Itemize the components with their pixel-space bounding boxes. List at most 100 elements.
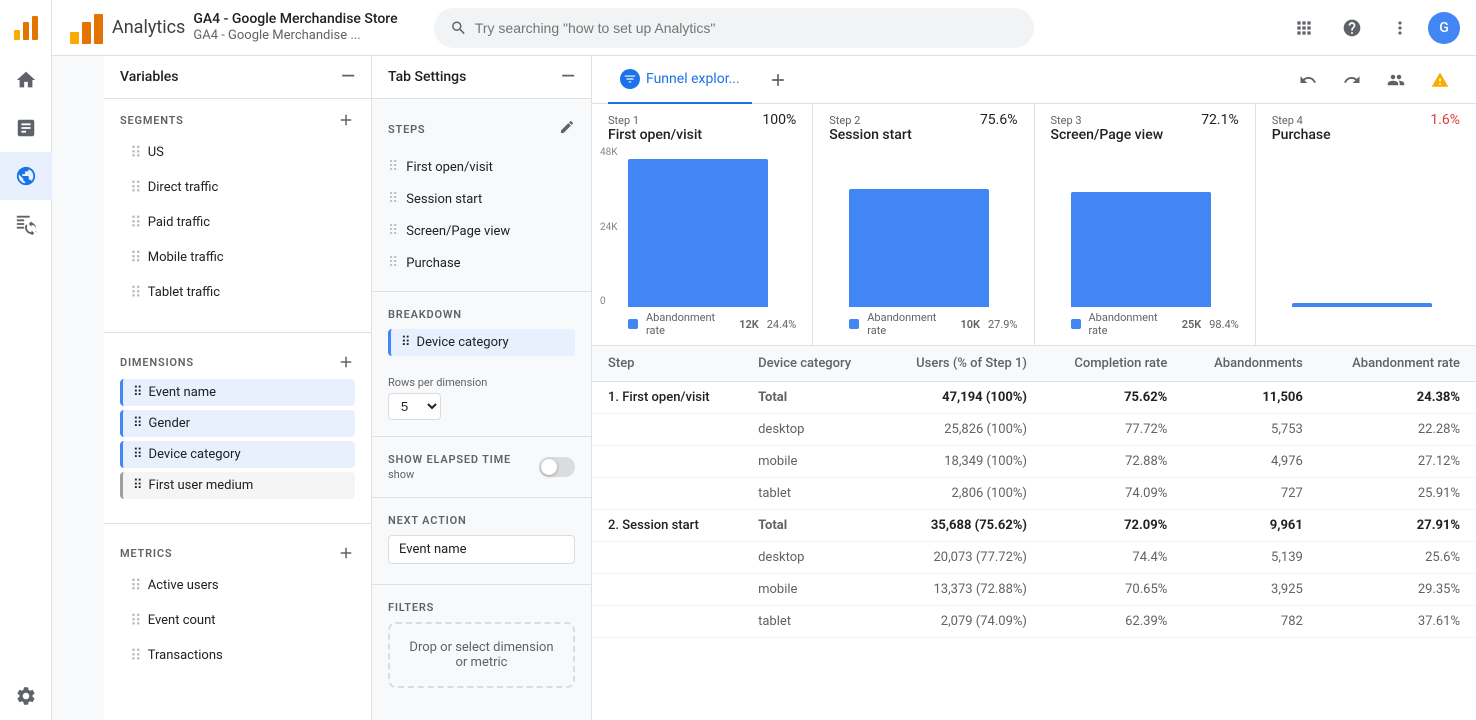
breakdown-label: BREAKDOWN xyxy=(388,308,575,321)
metrics-add-btn[interactable] xyxy=(337,544,355,562)
rows-per-dimension-select[interactable]: 1 2 3 4 5 10 xyxy=(388,393,441,420)
search-bar[interactable] xyxy=(434,8,1034,48)
drag-handle-icon: ⠿ xyxy=(130,646,142,665)
top-bar: Analytics GA4 - Google Merchandise Store… xyxy=(52,0,1476,56)
dim-first-user-medium[interactable]: ⠿ First user medium xyxy=(120,472,355,499)
step-2-chart xyxy=(813,147,1033,307)
tab-funnel-explor[interactable]: Funnel explor... xyxy=(608,56,752,104)
add-tab-btn[interactable] xyxy=(760,62,796,98)
dimensions-section: DIMENSIONS ⠿ Event name ⠿ Gender xyxy=(104,341,371,515)
step-3-pct: 72.1% xyxy=(1201,112,1239,128)
variables-panel-header: Variables — xyxy=(104,56,371,99)
col-abandon-rate: Abandonment rate xyxy=(1319,346,1476,382)
brand-title: Analytics xyxy=(112,17,185,38)
segment-label: Direct traffic xyxy=(148,180,219,195)
dim-event-name[interactable]: ⠿ Event name xyxy=(120,379,355,406)
drag-handle-icon: ⠿ xyxy=(130,576,142,595)
y-axis: 48K 24K 0 xyxy=(600,147,618,307)
store-short: GA4 - Google Merchandise ... xyxy=(193,28,397,45)
cell-device: desktop xyxy=(742,542,882,574)
elapsed-time-toggle[interactable] xyxy=(539,457,575,477)
step-label: Purchase xyxy=(406,256,460,271)
funnel-area: Step 1 First open/visit 100% 48K 24K 0 xyxy=(592,104,1476,346)
nav-item-advertising[interactable] xyxy=(0,200,52,248)
tab-bar: Funnel explor... xyxy=(592,56,1476,104)
segment-tablet-traffic[interactable]: ⠿ Tablet traffic xyxy=(120,277,355,308)
variables-minimize-btn[interactable]: — xyxy=(341,68,355,86)
nav-item-admin[interactable] xyxy=(0,672,52,720)
metric-transactions[interactable]: ⠿ Transactions xyxy=(120,640,355,671)
filter-drop-area[interactable]: Drop or select dimension or metric xyxy=(388,622,575,688)
edit-steps-btn[interactable] xyxy=(559,119,575,139)
elapsed-time-label: SHOW ELAPSED TIME show xyxy=(388,453,511,481)
funnel-chart: Step 1 First open/visit 100% 48K 24K 0 xyxy=(592,104,1476,345)
dimensions-add-btn[interactable] xyxy=(337,353,355,371)
drag-handle-icon: ⠿ xyxy=(133,385,143,400)
steps-header: STEPS xyxy=(372,107,591,151)
cell-device: mobile xyxy=(742,574,882,606)
viz-panel: Funnel explor... xyxy=(592,56,1476,720)
segment-paid-traffic[interactable]: ⠿ Paid traffic xyxy=(120,207,355,238)
breakdown-chip[interactable]: ⠿ Device category xyxy=(388,329,575,356)
next-action-chip[interactable]: Event name xyxy=(388,535,575,564)
elapsed-upper-label: SHOW ELAPSED TIME xyxy=(388,453,511,466)
abandon-dot xyxy=(1071,319,1081,329)
step-first-open[interactable]: ⠿ First open/visit xyxy=(372,151,591,183)
step-2-pct: 75.6% xyxy=(980,112,1018,128)
nav-item-reports[interactable] xyxy=(0,104,52,152)
table-row: 2. Session start Total 35,688 (75.62%) 7… xyxy=(592,510,1476,542)
rows-per-dimension-section: Rows per dimension 1 2 3 4 5 10 xyxy=(372,368,591,428)
segment-direct-traffic[interactable]: ⠿ Direct traffic xyxy=(120,172,355,203)
data-table-container: Step Device category Users (% of Step 1)… xyxy=(592,346,1476,720)
cell-users: 2,806 (100%) xyxy=(883,478,1043,510)
metric-label: Transactions xyxy=(148,648,223,663)
metric-active-users[interactable]: ⠿ Active users xyxy=(120,570,355,601)
grid-icon-btn[interactable] xyxy=(1284,8,1324,48)
warning-btn[interactable] xyxy=(1420,60,1460,100)
icon-nav xyxy=(0,0,52,720)
nav-item-home[interactable] xyxy=(0,56,52,104)
cell-users: 47,194 (100%) xyxy=(883,382,1043,414)
cell-device: tablet xyxy=(742,606,882,638)
col-completion: Completion rate xyxy=(1043,346,1183,382)
step-3-chart xyxy=(1035,147,1255,307)
step-screen-page-view[interactable]: ⠿ Screen/Page view xyxy=(372,215,591,247)
dim-label: Device category xyxy=(149,447,241,462)
nav-item-explore[interactable] xyxy=(0,152,52,200)
cell-abandonments: 5,139 xyxy=(1183,542,1319,574)
search-input[interactable] xyxy=(475,20,1018,36)
elapsed-row: SHOW ELAPSED TIME show xyxy=(388,453,575,481)
tab-settings-minimize-btn[interactable]: — xyxy=(561,68,575,86)
tab-settings-header: Tab Settings — xyxy=(372,56,591,99)
abandon-pct: 98.4% xyxy=(1209,318,1239,331)
help-icon-btn[interactable] xyxy=(1332,8,1372,48)
share-btn[interactable] xyxy=(1376,60,1416,100)
segment-us[interactable]: ⠿ US xyxy=(120,137,355,168)
segment-mobile-traffic[interactable]: ⠿ Mobile traffic xyxy=(120,242,355,273)
segments-add-btn[interactable] xyxy=(337,111,355,129)
breakdown-value: Device category xyxy=(417,335,509,350)
undo-btn[interactable] xyxy=(1288,60,1328,100)
step-session-start[interactable]: ⠿ Session start xyxy=(372,183,591,215)
more-icon-btn[interactable] xyxy=(1380,8,1420,48)
metric-label: Event count xyxy=(148,613,216,628)
user-avatar[interactable]: G xyxy=(1428,12,1460,44)
nav-logo xyxy=(0,0,52,56)
tab-funnel-label: Funnel explor... xyxy=(646,71,740,87)
table-body: 1. First open/visit Total 47,194 (100%) … xyxy=(592,382,1476,638)
cell-abandon-rate: 25.6% xyxy=(1319,542,1476,574)
metric-event-count[interactable]: ⠿ Event count xyxy=(120,605,355,636)
cell-completion: 70.65% xyxy=(1043,574,1183,606)
segments-section: SEGMENTS ⠿ US ⠿ Direct traffic ⠿ xyxy=(104,99,371,324)
segments-label: SEGMENTS xyxy=(120,114,184,127)
step-purchase[interactable]: ⠿ Purchase xyxy=(372,247,591,279)
funnel-step-4: Step 4 Purchase 1.6% xyxy=(1256,104,1476,345)
dim-gender[interactable]: ⠿ Gender xyxy=(120,410,355,437)
segments-header: SEGMENTS xyxy=(120,111,355,129)
bar-step-1 xyxy=(628,159,768,307)
cell-device: desktop xyxy=(742,414,882,446)
dim-device-category[interactable]: ⠿ Device category xyxy=(120,441,355,468)
redo-btn[interactable] xyxy=(1332,60,1372,100)
cell-users: 2,079 (74.09%) xyxy=(883,606,1043,638)
funnel-step-1: Step 1 First open/visit 100% 48K 24K 0 xyxy=(592,104,813,345)
